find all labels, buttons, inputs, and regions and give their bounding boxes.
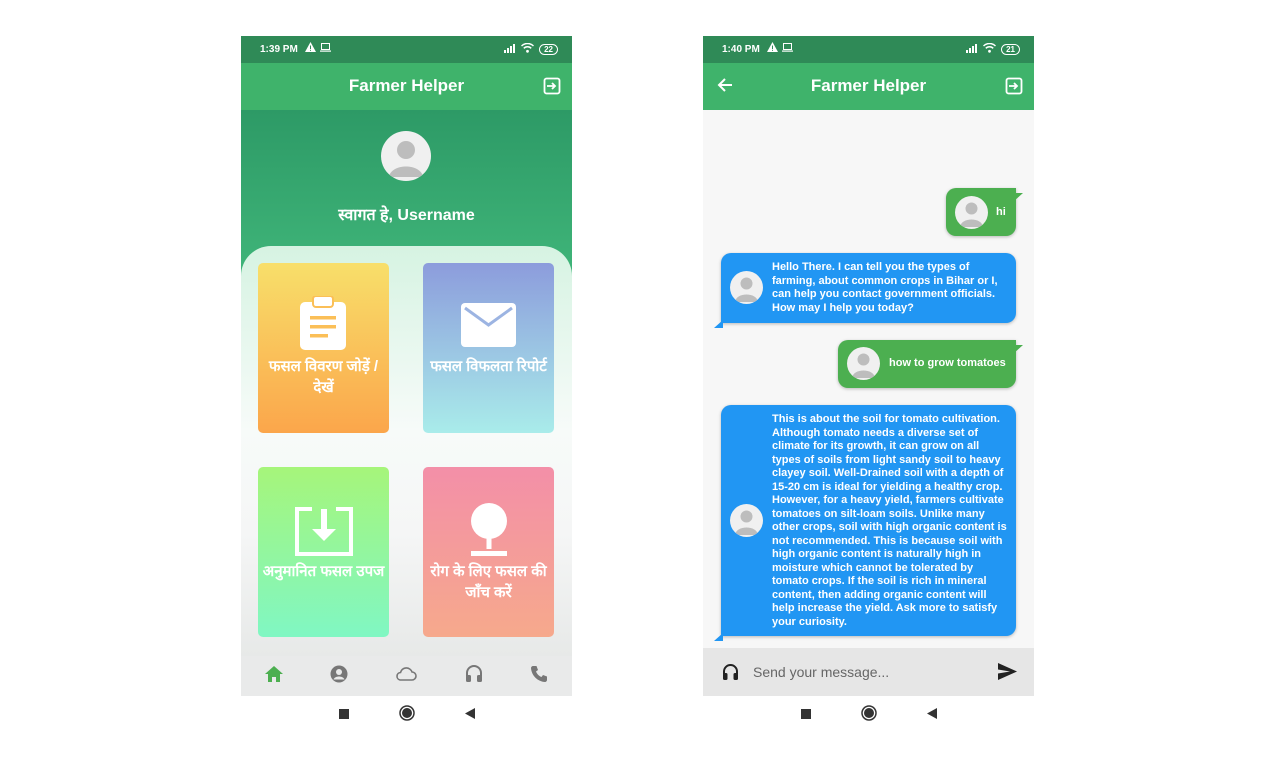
laptop-icon (320, 43, 331, 55)
user-avatar (847, 347, 880, 380)
card-label: रोग के लिए फसल की जाँच करें (430, 563, 547, 601)
bottom-navigation (241, 656, 572, 696)
bubble-tail (714, 315, 723, 333)
user-message: hi (946, 188, 1016, 236)
app-bar: Farmer Helper (241, 63, 572, 110)
bot-message: This is about the soil for tomato cultiv… (721, 405, 1016, 636)
phone-icon[interactable] (530, 665, 548, 688)
pin-icon (469, 503, 509, 562)
status-bar: 1:40 PM 21 (703, 36, 1034, 63)
recents-icon[interactable] (338, 706, 349, 724)
message-text: how to grow tomatoes (889, 357, 1006, 369)
back-button-icon[interactable] (464, 706, 475, 724)
card-label: फसल विफलता रिपोर्ट (430, 358, 547, 375)
account-icon[interactable] (330, 665, 348, 688)
user-avatar (955, 196, 988, 229)
bubble-tail (714, 628, 723, 646)
laptop-icon (782, 43, 793, 55)
home-icon[interactable] (264, 665, 283, 687)
avatar[interactable] (381, 131, 431, 181)
chat-screen: 1:40 PM 21 Farmer Helper hi Hello There.… (703, 36, 1034, 696)
message-text: hi (996, 206, 1006, 218)
back-button-icon[interactable] (926, 706, 937, 724)
message-list[interactable]: hi Hello There. I can tell you the types… (703, 110, 1034, 648)
status-icons: 22 (504, 42, 558, 56)
cloud-icon[interactable] (395, 666, 418, 686)
card-label: फसल विवरण जोड़ें / देखें (268, 358, 379, 396)
app-title: Farmer Helper (810, 76, 927, 95)
system-navigation (241, 704, 572, 726)
clipboard-icon (298, 295, 348, 356)
mail-icon (461, 303, 516, 352)
logout-icon[interactable] (543, 77, 561, 100)
crop-details-card[interactable]: फसल विवरण जोड़ें / देखें (258, 263, 389, 433)
signal-icon (504, 43, 516, 56)
message-input[interactable] (753, 662, 983, 682)
recents-icon[interactable] (800, 706, 811, 724)
signal-icon (966, 43, 978, 56)
app-title: Farmer Helper (348, 76, 465, 95)
app-bar: Farmer Helper (703, 63, 1034, 110)
user-message: how to grow tomatoes (838, 340, 1016, 388)
headset-icon[interactable] (465, 664, 483, 688)
status-bar: 1:39 PM 22 (241, 36, 572, 63)
message-text: Hello There. I can tell you the types of… (772, 261, 998, 314)
bot-message: Hello There. I can tell you the types of… (721, 253, 1016, 323)
yield-estimate-card[interactable]: अनुमानित फसल उपज (258, 467, 389, 637)
battery-indicator: 22 (539, 44, 558, 55)
welcome-text: स्वागत हे, Username (338, 207, 475, 224)
system-navigation (703, 704, 1034, 726)
card-label: अनुमानित फसल उपज (262, 563, 385, 580)
status-icons: 21 (966, 42, 1020, 56)
status-time: 1:40 PM (722, 44, 760, 55)
bubble-tail (1014, 340, 1023, 358)
bot-avatar (730, 271, 763, 304)
wifi-icon (521, 42, 535, 56)
wifi-icon (983, 42, 997, 56)
home-screen: 1:39 PM 22 Farmer Helper स्वागत हे, User… (241, 36, 572, 696)
logout-icon[interactable] (1005, 77, 1023, 100)
message-text: This is about the soil for tomato cultiv… (772, 413, 1007, 628)
bot-avatar (730, 504, 763, 537)
crop-failure-report-card[interactable]: फसल विफलता रिपोर्ट (423, 263, 554, 433)
status-time: 1:39 PM (260, 44, 298, 55)
warning-icon (767, 42, 778, 55)
disease-check-card[interactable]: रोग के लिए फसल की जाँच करें (423, 467, 554, 637)
headset-icon[interactable] (722, 663, 739, 686)
battery-indicator: 21 (1001, 44, 1020, 55)
bubble-tail (1014, 188, 1023, 206)
send-icon[interactable] (998, 663, 1017, 685)
warning-icon (305, 42, 316, 55)
home-button-icon[interactable] (398, 704, 415, 726)
download-icon (294, 507, 354, 562)
message-composer (703, 648, 1034, 696)
home-button-icon[interactable] (860, 704, 877, 726)
